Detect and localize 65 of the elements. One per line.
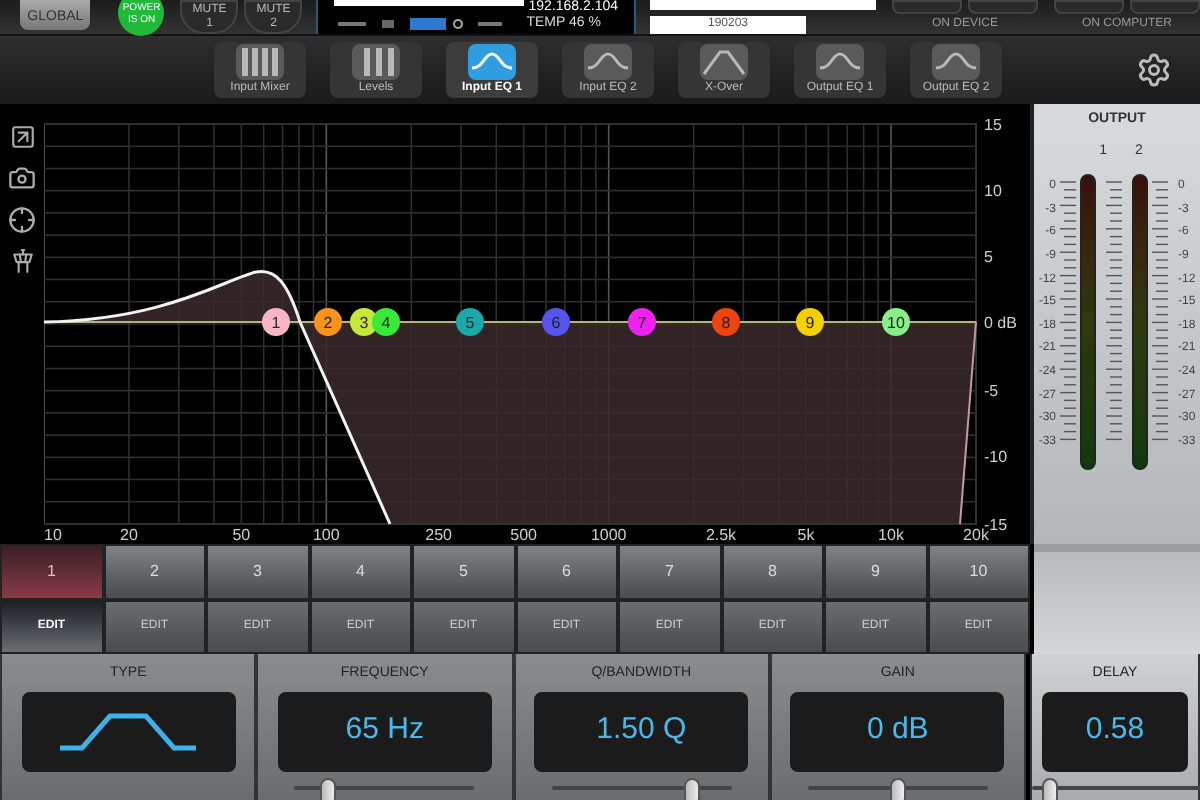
x-axis-label: 10k <box>878 526 904 544</box>
value-display[interactable]: 1.50 Q <box>534 691 749 771</box>
band-button[interactable]: 9 <box>824 544 927 600</box>
slider-thumb[interactable] <box>1042 777 1058 800</box>
band-handle[interactable]: 7 <box>628 308 656 336</box>
eq-curve-icon <box>816 44 864 80</box>
value-display[interactable]: 0 dB <box>790 691 1005 771</box>
x-axis-label: 5k <box>797 526 815 544</box>
band-button[interactable]: 6 <box>515 544 618 600</box>
bars-icon <box>352 44 400 80</box>
slider-thumb[interactable] <box>889 777 906 800</box>
y-axis-label: 15 <box>984 116 1002 134</box>
band-handle[interactable]: 10 <box>882 308 910 336</box>
x-axis-label: 250 <box>425 526 453 544</box>
slider[interactable] <box>807 777 988 797</box>
band-handle[interactable]: 8 <box>712 308 740 336</box>
band-button[interactable]: 4 <box>309 544 412 600</box>
x-axis-label: 20k <box>963 526 989 544</box>
x-axis-label: 1000 <box>590 526 627 544</box>
y-axis-label: 0 dB <box>984 314 1017 332</box>
band-button[interactable]: 3 <box>206 544 309 600</box>
name-field[interactable] <box>334 0 525 6</box>
slider[interactable] <box>551 777 732 797</box>
crossover-curve-icon <box>700 44 748 80</box>
slider[interactable] <box>294 777 475 797</box>
band-button[interactable]: 10 <box>927 544 1030 600</box>
y-axis-label: -5 <box>984 382 999 400</box>
band-handle[interactable]: 4 <box>372 308 400 336</box>
band-button[interactable]: 7 <box>618 544 721 600</box>
type-display[interactable] <box>21 691 236 771</box>
value-display[interactable]: 0.58 <box>1042 691 1188 771</box>
bars-icon <box>236 44 284 80</box>
band-button[interactable]: 1 <box>0 544 103 600</box>
y-axis-label: 5 <box>984 248 993 266</box>
filter-shape-icon <box>58 711 199 751</box>
x-axis-label: 50 <box>232 526 251 544</box>
band-handle[interactable]: 1 <box>262 308 290 336</box>
band-button[interactable]: 2 <box>103 544 206 600</box>
x-axis-label: 2.5k <box>705 526 737 544</box>
band-button[interactable]: 5 <box>412 544 515 600</box>
camera-icon[interactable] <box>8 164 36 192</box>
band-button[interactable]: 8 <box>721 544 824 600</box>
slider[interactable] <box>1032 777 1200 797</box>
band-handle[interactable]: 6 <box>542 308 570 336</box>
eq-curve-icon <box>932 44 980 80</box>
band-handle[interactable]: 9 <box>796 308 824 336</box>
slider-thumb[interactable] <box>683 777 700 800</box>
x-axis-label: 20 <box>120 526 138 544</box>
x-axis-label: 100 <box>313 526 340 544</box>
eq-curve-icon <box>584 44 632 80</box>
x-axis-label: 10 <box>44 526 62 544</box>
band-handle[interactable]: 2 <box>314 308 342 336</box>
band-handle[interactable]: 5 <box>456 308 484 336</box>
tower-icon[interactable] <box>9 248 35 274</box>
value-display[interactable]: 65 Hz <box>277 691 492 771</box>
slider-thumb[interactable] <box>319 777 336 800</box>
y-axis-label: -10 <box>984 448 1008 466</box>
y-axis-label: 10 <box>984 182 1002 200</box>
y-axis-label: -15 <box>984 516 1008 534</box>
expand-icon[interactable] <box>9 124 35 150</box>
settings-icon[interactable] <box>1136 52 1172 88</box>
text-field[interactable] <box>650 0 876 10</box>
crosshair-icon[interactable] <box>8 206 36 234</box>
x-axis-label: 500 <box>510 526 538 544</box>
eq-curve-icon <box>468 44 516 80</box>
